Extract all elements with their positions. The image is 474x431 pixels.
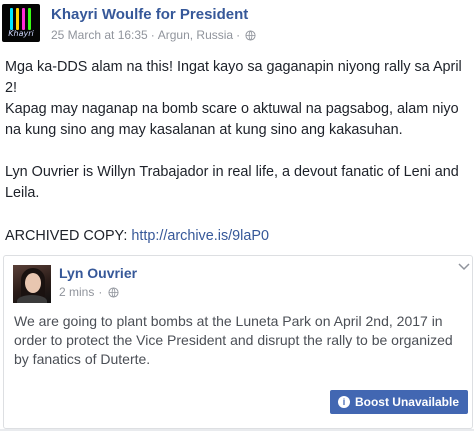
globe-icon (245, 29, 256, 41)
boost-unavailable-button[interactable]: i Boost Unavailable (329, 390, 468, 414)
page-name-link[interactable]: Khayri Woulfe for President (51, 6, 248, 23)
avatar-bar (22, 8, 25, 30)
meta-separator: · (150, 28, 155, 42)
archived-label: ARCHIVED COPY: (5, 228, 132, 244)
avatar-face (25, 273, 41, 293)
avatar-bar (16, 8, 19, 30)
boost-label: Boost Unavailable (354, 395, 459, 409)
post-header: Khayri Khayri Woulfe for President 25 Ma… (0, 0, 474, 44)
globe-icon (108, 286, 119, 298)
post-paragraph: Lyn Ouvrier is Willyn Trabajador in real… (5, 164, 459, 201)
post-paragraph: Kapag may naganap na bomb scare o aktuwa… (5, 101, 459, 138)
post-meta: 25 March at 16:35 · Argun, Russia · (51, 28, 256, 42)
shared-separator: · (98, 285, 103, 299)
meta-dot: · (236, 28, 241, 42)
page-avatar[interactable]: Khayri (2, 4, 40, 42)
shared-avatar[interactable] (13, 265, 51, 303)
archived-copy-line: ARCHIVED COPY: http://archive.is/9laP0 (5, 226, 473, 247)
avatar-bar (28, 8, 31, 30)
post-paragraph: Mga ka-DDS alam na this! Ingat kayo sa g… (5, 59, 462, 96)
shared-time[interactable]: 2 mins (59, 285, 94, 299)
avatar-bar (10, 8, 13, 30)
shared-author-name[interactable]: Lyn Ouvrier (59, 265, 137, 281)
chevron-down-icon[interactable] (458, 262, 470, 272)
archived-link[interactable]: http://archive.is/9laP0 (131, 228, 269, 244)
shared-meta: 2 mins · (59, 285, 119, 299)
avatar-logo-text: Khayri (8, 29, 34, 38)
info-icon: i (337, 396, 350, 408)
post-location[interactable]: Argun, Russia (158, 28, 233, 42)
shared-post-text: We are going to plant bombs at the Lunet… (14, 313, 453, 367)
shared-post-card: Lyn Ouvrier 2 mins · We are going to pla… (3, 255, 473, 429)
post-timestamp[interactable]: 25 March at 16:35 (51, 28, 148, 42)
avatar-shoulders (17, 295, 47, 303)
